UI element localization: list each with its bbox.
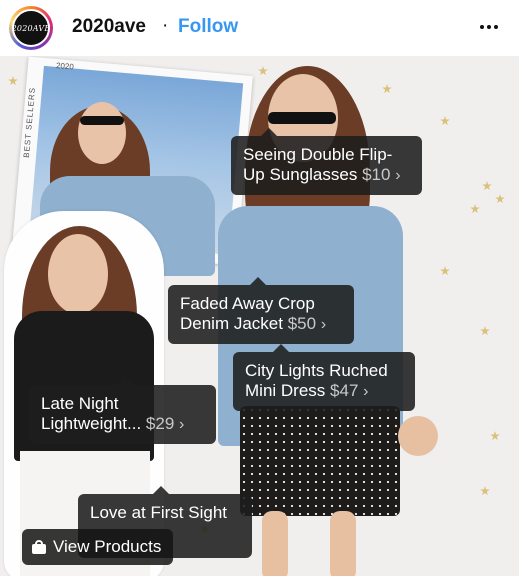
- product-name: City Lights Ruched: [245, 361, 388, 380]
- product-name: Mini Dress: [245, 381, 326, 400]
- separator-dot: ·: [162, 15, 169, 36]
- product-name: Late Night: [41, 394, 119, 413]
- star-decoration: [495, 194, 505, 204]
- post-image[interactable]: BEST SELLERS 2020 Seeing Double Flip- Up…: [0, 56, 519, 576]
- tag-pointer: [153, 486, 169, 494]
- product-name: Seeing Double Flip-: [243, 145, 393, 164]
- star-decoration: [480, 486, 490, 496]
- tag-pointer: [250, 277, 266, 285]
- star-decoration: [440, 116, 450, 126]
- dress-pattern: [240, 406, 400, 516]
- hand: [398, 416, 438, 456]
- post-header: 2020AVE 2020ave · Follow: [0, 0, 519, 56]
- leg: [262, 511, 288, 576]
- star-decoration: [382, 84, 392, 94]
- product-name: Denim Jacket: [180, 314, 283, 333]
- star-decoration: [490, 431, 500, 441]
- star-decoration: [470, 204, 480, 214]
- chevron-right-icon: ›: [320, 316, 327, 333]
- product-price: $10: [362, 165, 391, 184]
- avatar[interactable]: 2020AVE: [12, 9, 50, 47]
- polaroid-year: 2020: [55, 60, 75, 72]
- tag-pointer: [117, 377, 133, 385]
- follow-button[interactable]: Follow: [178, 16, 238, 38]
- star-decoration: [8, 76, 18, 86]
- product-name: Love at First Sight: [90, 503, 228, 522]
- view-products-button[interactable]: View Products: [22, 529, 174, 565]
- product-name: Up Sunglasses: [243, 165, 358, 184]
- product-tag[interactable]: Faded Away Crop Denim Jacket $50 ›: [168, 277, 354, 344]
- face: [48, 234, 108, 314]
- product-name: Lightweight...: [41, 414, 142, 433]
- view-products-label: View Products: [53, 537, 162, 556]
- shopping-bag-icon: [32, 540, 46, 554]
- star-decoration: [258, 66, 268, 76]
- face: [78, 102, 126, 164]
- chevron-right-icon: ›: [395, 167, 401, 184]
- star-decoration: [440, 266, 450, 276]
- sunglasses-icon: [268, 112, 336, 124]
- leg: [330, 511, 356, 576]
- product-tag[interactable]: City Lights Ruched Mini Dress $47 ›: [233, 344, 415, 411]
- chevron-right-icon: ›: [363, 383, 369, 400]
- product-tag[interactable]: Late Night Lightweight... $29 ›: [29, 377, 216, 444]
- chevron-right-icon: ›: [179, 416, 185, 433]
- tag-pointer: [261, 128, 277, 136]
- product-name: Faded Away Crop: [180, 294, 315, 313]
- username[interactable]: 2020ave: [72, 16, 146, 38]
- sunglasses-icon: [80, 116, 124, 125]
- tag-pointer: [273, 344, 289, 352]
- product-price: $29: [145, 414, 175, 433]
- more-options-icon[interactable]: [476, 14, 502, 40]
- product-tag[interactable]: Seeing Double Flip- Up Sunglasses $10 ›: [231, 128, 422, 195]
- star-decoration: [482, 181, 492, 191]
- product-price: $50: [287, 314, 317, 333]
- star-decoration: [480, 326, 490, 336]
- product-price: $47: [330, 381, 359, 400]
